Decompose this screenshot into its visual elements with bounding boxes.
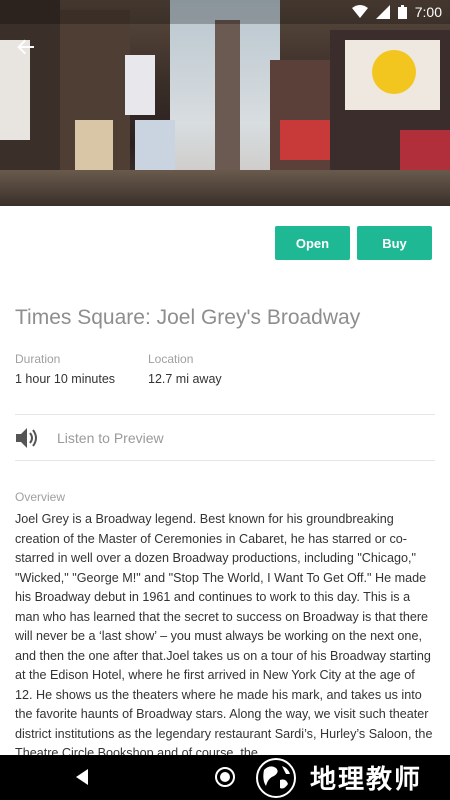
back-arrow-icon[interactable] (12, 36, 40, 64)
overview-text: Joel Grey is a Broadway legend. Best kno… (15, 512, 433, 758)
hero-billboard (280, 120, 330, 160)
tour-title: Times Square: Joel Grey's Broadway (15, 306, 361, 329)
open-button[interactable]: Open (275, 226, 350, 260)
location-value: 12.7 mi away (148, 372, 222, 386)
listen-preview-label[interactable]: Listen to Preview (57, 430, 164, 446)
hero-billboard (75, 120, 113, 170)
watermark: 地理教师 (250, 755, 422, 800)
watermark-text: 地理教师 (310, 765, 423, 795)
hero-street (0, 170, 450, 206)
divider (15, 414, 435, 415)
speaker-icon[interactable] (15, 426, 41, 450)
navigation-bar: 地理教师 (0, 755, 450, 800)
hero-billboard-circle (372, 50, 416, 94)
duration-label: Duration (15, 352, 61, 366)
overview-label: Overview (15, 490, 66, 504)
nav-home-icon[interactable] (215, 767, 235, 787)
battery-icon (397, 5, 407, 19)
globe-logo-icon (256, 757, 296, 798)
hero-billboard (400, 130, 450, 175)
hero-billboard (125, 55, 155, 115)
hero-billboard (135, 120, 175, 175)
status-time: 7:00 (414, 4, 442, 20)
location-label: Location (148, 352, 194, 366)
wifi-icon (351, 5, 368, 18)
duration-value: 1 hour 10 minutes (15, 372, 116, 386)
buy-button[interactable]: Buy (357, 226, 432, 260)
hero-image: 7:00 (0, 0, 450, 206)
nav-back-icon[interactable] (76, 769, 88, 785)
signal-icon (375, 5, 390, 19)
status-bar: 7:00 (0, 0, 450, 24)
divider (15, 460, 435, 461)
listen-preview-row[interactable]: Listen to Preview (15, 426, 164, 450)
hero-tower (215, 20, 240, 170)
